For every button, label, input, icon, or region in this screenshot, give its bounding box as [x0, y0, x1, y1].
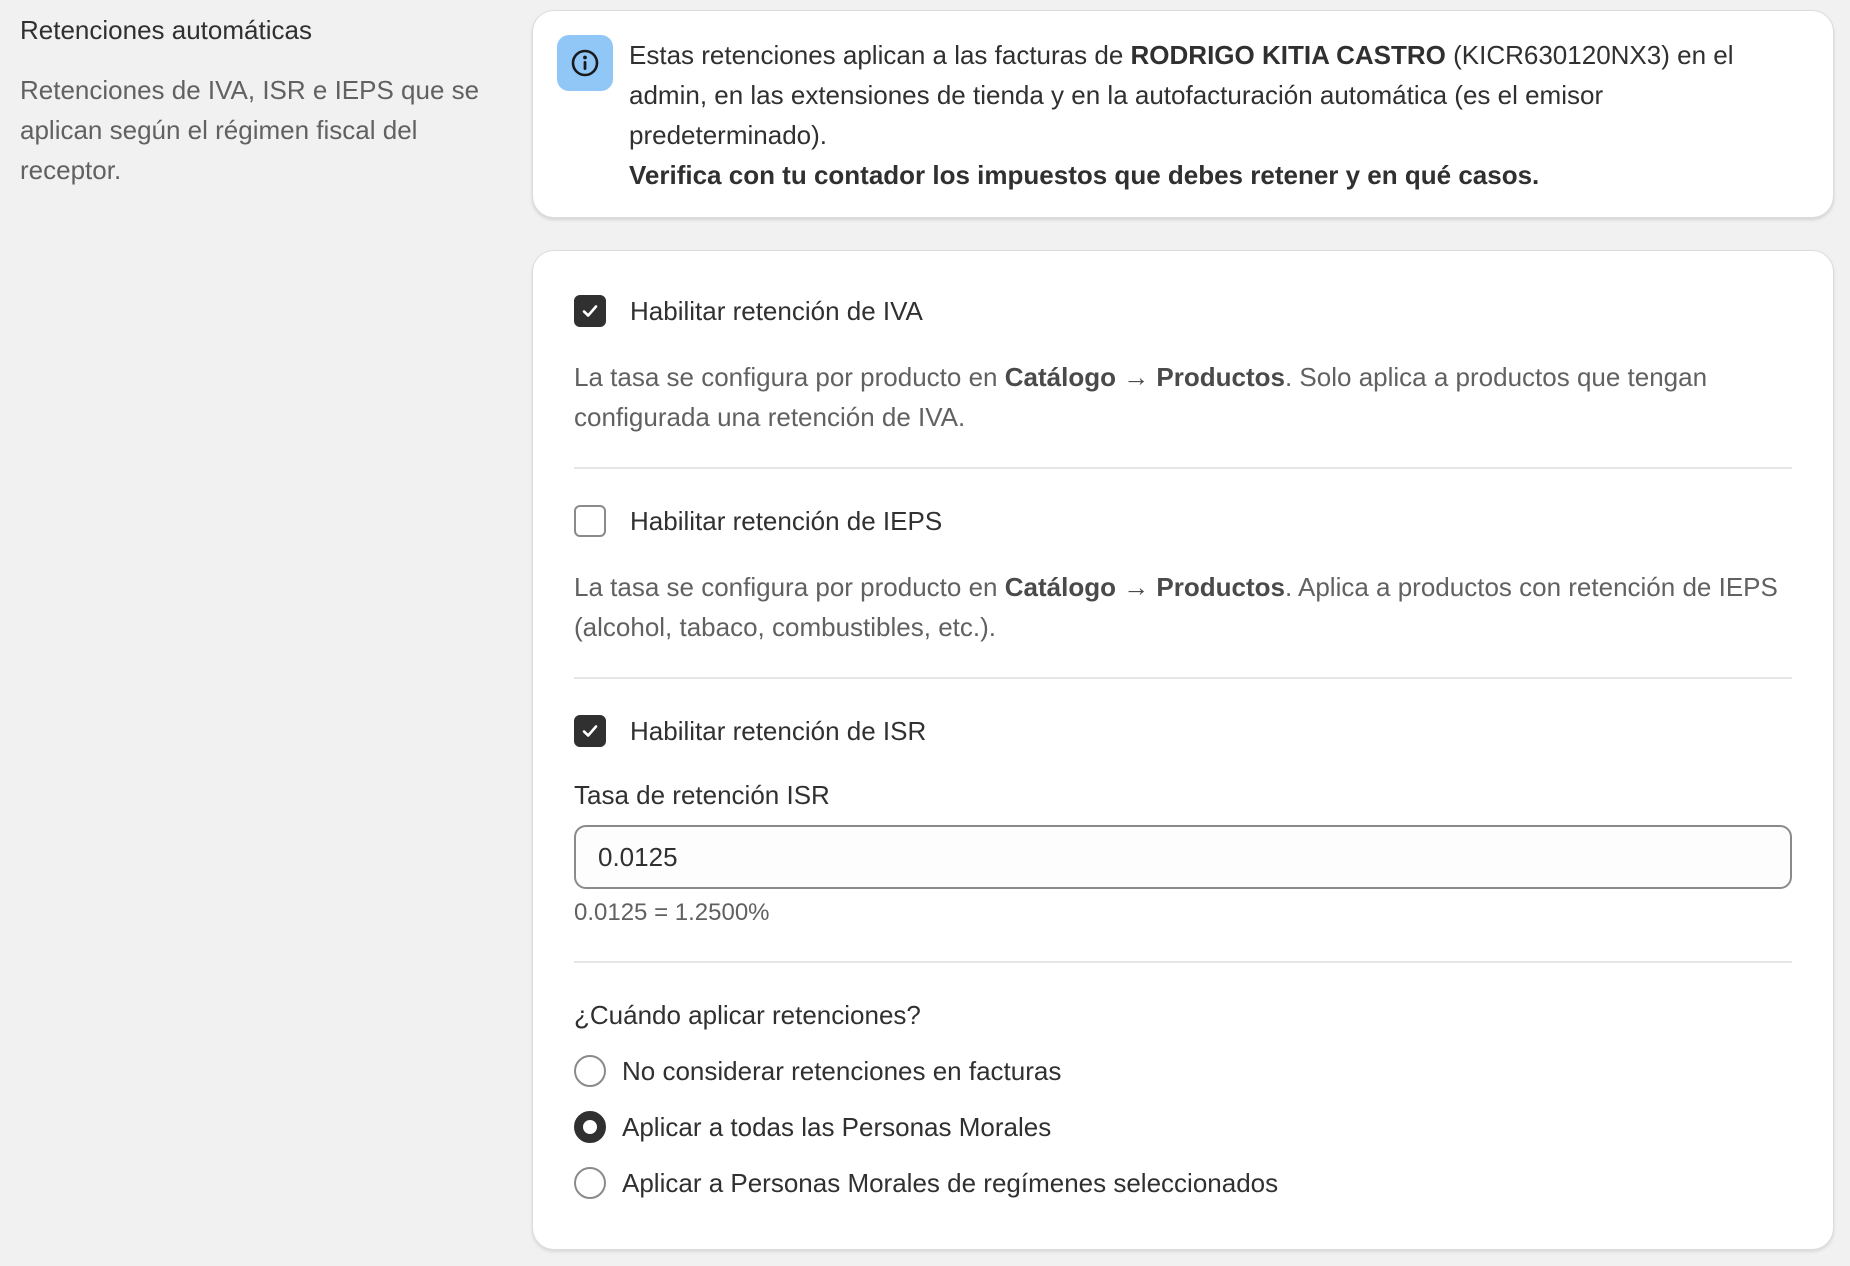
ieps-catalog-path: Catálogo → Productos — [1004, 572, 1285, 602]
radio-button-selected[interactable] — [574, 1111, 606, 1143]
isr-checkbox[interactable] — [574, 715, 606, 747]
info-banner: Estas retenciones aplican a las facturas… — [532, 10, 1834, 218]
isr-rate-input[interactable] — [574, 825, 1792, 889]
iva-checkbox-label: Habilitar retención de IVA — [630, 296, 923, 326]
radio-label: Aplicar a Personas Morales de regímenes … — [622, 1168, 1279, 1198]
isr-rate-help: 0.0125 = 1.2500% — [574, 899, 770, 926]
divider — [574, 467, 1792, 469]
when-apply-question: ¿Cuándo aplicar retenciones? — [574, 1000, 921, 1030]
radio-label: Aplicar a todas las Personas Morales — [622, 1112, 1052, 1142]
iva-help-text: La tasa se configura por producto en Cat… — [574, 357, 1792, 437]
ieps-checkbox[interactable] — [574, 505, 606, 537]
iva-checkbox[interactable] — [574, 295, 606, 327]
section-subtitle: Retenciones de IVA, ISR e IEPS que se ap… — [20, 75, 480, 185]
radio-button[interactable] — [574, 1167, 606, 1199]
section-title: Retenciones automáticas — [20, 15, 312, 45]
section-description: Retenciones automáticas Retenciones de I… — [20, 12, 510, 190]
radio-label: No considerar retenciones en facturas — [622, 1056, 1062, 1086]
ieps-checkbox-label: Habilitar retención de IEPS — [630, 506, 943, 536]
radio-option-selected-regimes[interactable]: Aplicar a Personas Morales de regímenes … — [574, 1165, 1278, 1201]
isr-checkbox-row[interactable]: Habilitar retención de ISR — [574, 713, 926, 749]
iva-checkbox-row[interactable]: Habilitar retención de IVA — [574, 293, 923, 329]
checkmark-icon — [582, 725, 598, 737]
isr-rate-label: Tasa de retención ISR — [574, 780, 830, 810]
divider — [574, 677, 1792, 679]
radio-button[interactable] — [574, 1055, 606, 1087]
retenciones-card: Habilitar retención de IVA La tasa se co… — [532, 250, 1834, 1250]
radio-option-none[interactable]: No considerar retenciones en facturas — [574, 1053, 1061, 1089]
iva-catalog-path: Catálogo → Productos — [1004, 362, 1285, 392]
checkmark-icon — [582, 305, 598, 317]
ieps-help-before: La tasa se configura por producto en — [574, 572, 1005, 602]
divider — [574, 961, 1792, 963]
ieps-checkbox-row[interactable]: Habilitar retención de IEPS — [574, 503, 942, 539]
issuer-name: RODRIGO KITIA CASTRO — [1130, 40, 1446, 70]
ieps-help-text: La tasa se configura por producto en Cat… — [574, 567, 1792, 647]
isr-checkbox-label: Habilitar retención de ISR — [630, 716, 927, 746]
page: Retenciones automáticas Retenciones de I… — [0, 0, 1850, 1266]
banner-warning: Verifica con tu contador los impuestos q… — [629, 160, 1540, 190]
iva-help-before: La tasa se configura por producto en — [574, 362, 1005, 392]
banner-text-before: Estas retenciones aplican a las facturas… — [629, 40, 1131, 70]
settings-column: Estas retenciones aplican a las facturas… — [532, 10, 1834, 1250]
radio-option-all-morales[interactable]: Aplicar a todas las Personas Morales — [574, 1109, 1051, 1145]
banner-message: Estas retenciones aplican a las facturas… — [629, 35, 1749, 195]
info-icon — [557, 35, 613, 91]
